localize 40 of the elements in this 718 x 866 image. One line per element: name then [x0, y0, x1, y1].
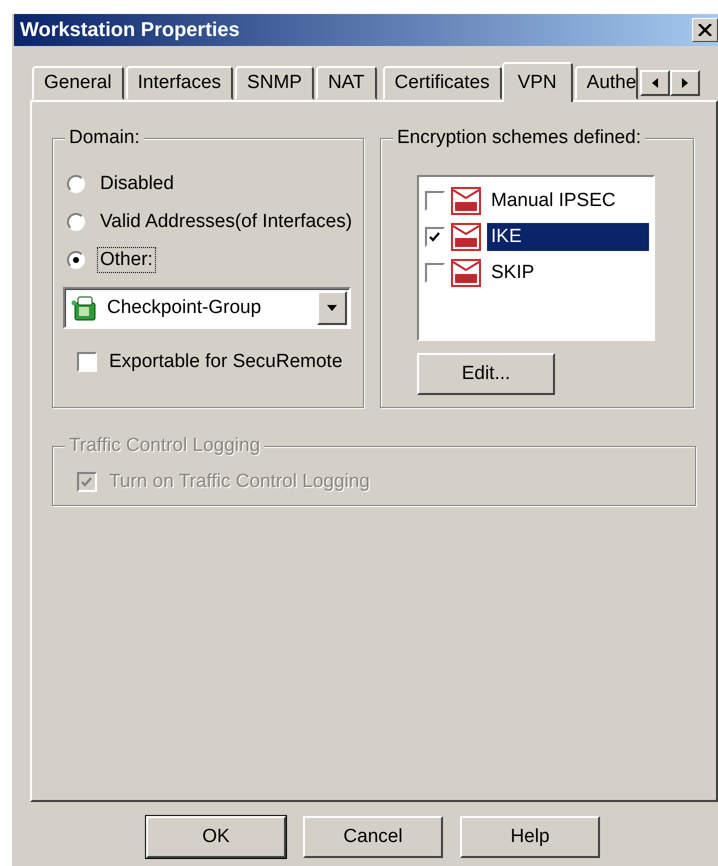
right-triangle-icon	[680, 77, 690, 89]
dropdown-arrow-icon	[326, 304, 338, 312]
tab[interactable]: Authe	[574, 66, 638, 100]
tab[interactable]: VPN	[502, 62, 573, 102]
scheme-item[interactable]: Manual IPSEC	[487, 187, 649, 215]
network-group-icon	[72, 296, 96, 320]
dialog-button[interactable]: Cancel	[303, 816, 443, 858]
radio-label[interactable]: Other:	[97, 247, 156, 273]
envelope-icon	[451, 223, 481, 251]
radio-button[interactable]	[67, 251, 85, 269]
checkbox-label[interactable]: Exportable for SecuRemote	[109, 351, 342, 373]
envelope-icon	[451, 259, 481, 287]
scroll-left-button[interactable]	[640, 70, 670, 96]
radio-button[interactable]	[67, 175, 85, 193]
tab[interactable]: General	[32, 66, 124, 100]
scroll-right-button[interactable]	[670, 70, 700, 96]
close-icon	[698, 24, 712, 36]
checkbox[interactable]	[77, 352, 97, 372]
close-button[interactable]	[692, 18, 718, 42]
envelope-icon	[451, 187, 481, 215]
dropdown-value: Checkpoint-Group	[107, 297, 262, 319]
tab[interactable]: SNMP	[235, 66, 314, 100]
check-icon	[81, 477, 93, 487]
scheme-item[interactable]: SKIP	[487, 259, 649, 287]
tab[interactable]: Interfaces	[126, 66, 234, 100]
check-icon	[429, 232, 441, 242]
scheme-item[interactable]: IKE	[487, 223, 649, 251]
group-title: Traffic Control Logging	[65, 435, 264, 457]
window-title: Workstation Properties	[20, 18, 240, 42]
dialog-button[interactable]: OK	[146, 816, 286, 858]
group-dropdown[interactable]: Checkpoint-Group	[63, 287, 351, 329]
radio-label[interactable]: Disabled	[97, 171, 177, 197]
left-triangle-icon	[650, 77, 660, 89]
tab[interactable]: Certificates	[382, 66, 502, 100]
dialog-button[interactable]: Help	[460, 816, 600, 858]
radio-button[interactable]	[67, 213, 85, 231]
edit-button[interactable]: Edit...	[417, 353, 555, 395]
radio-label[interactable]: Valid Addresses(of Interfaces)	[97, 209, 356, 235]
group-title: Encryption schemes defined:	[393, 127, 645, 149]
tab[interactable]: NAT	[316, 66, 377, 100]
